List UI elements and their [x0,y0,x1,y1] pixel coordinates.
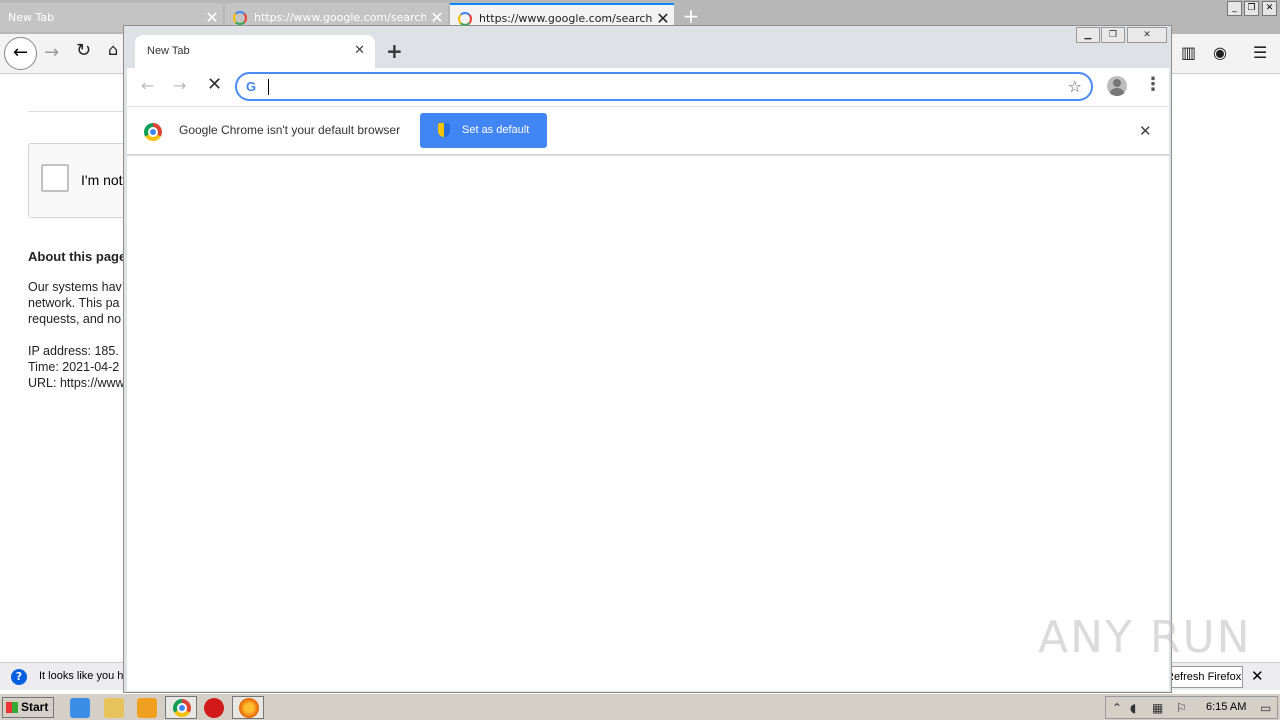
start-button[interactable]: Start [2,697,54,718]
time-line: Time: 2021-04-2 [28,360,120,374]
close-window-icon[interactable]: ✕ [1127,27,1167,43]
close-window-icon[interactable]: ✕ [1262,1,1277,16]
new-tab-icon[interactable]: + [386,39,403,63]
show-desktop-icon[interactable]: ▭ [1260,701,1271,715]
chrome-tab-new-tab[interactable]: New Tab ✕ [135,35,375,69]
back-arrow-icon[interactable]: ← [4,37,37,70]
anyrun-watermark: ANY RUN [1038,612,1252,663]
chrome-title-bar: New Tab ✕ + ▁ ❐ ✕ [124,26,1171,69]
tab-title: https://www.google.com/search?q [479,12,652,25]
url-line: URL: https://www [28,376,125,390]
restore-icon[interactable]: ❐ [1244,1,1259,16]
set-as-default-button[interactable]: Set as default [420,113,547,148]
taskbar-chrome-button[interactable] [165,696,197,719]
notification-message: It looks like you h [39,670,124,682]
taskbar-firefox-button[interactable] [232,696,264,719]
google-favicon-icon [233,10,247,25]
restore-icon[interactable]: ❐ [1101,27,1125,43]
account-icon[interactable]: ◉ [1213,43,1227,62]
ip-address-line: IP address: 185. [28,344,119,358]
taskbar: Start ⌃ ◖ ▦ ⚐ 6:15 AM ▭ [0,693,1280,720]
tab-title: https://www.google.com/search? [254,11,426,24]
tab-title: New Tab [8,11,55,24]
chrome-logo-icon [144,123,162,141]
google-g-icon: G [246,79,257,94]
minimize-icon[interactable]: ▁ [1076,27,1100,43]
about-text-line: network. This pa [28,296,120,310]
chrome-window: New Tab ✕ + ▁ ❐ ✕ ← → ✕ G ☆ ⋮ Google Chr… [123,25,1172,693]
default-browser-infobar: Google Chrome isn't your default browser… [127,106,1169,155]
about-text-line: requests, and no [28,312,122,326]
infobar-message: Google Chrome isn't your default browser [179,123,401,137]
home-icon[interactable]: ⌂ [108,40,118,59]
internet-explorer-icon[interactable] [70,698,90,718]
refresh-firefox-button[interactable]: Refresh Firefox... [1165,666,1243,688]
about-text-line: Our systems hav [28,280,122,294]
reload-icon[interactable]: ↻ [76,40,91,61]
chrome-logo-icon [173,699,191,717]
help-icon: ? [11,669,27,685]
close-infobar-icon[interactable]: ✕ [1139,122,1152,140]
action-center-flag-icon[interactable]: ⚐ [1176,701,1187,715]
file-explorer-icon[interactable] [104,698,124,718]
chrome-toolbar: ← → ✕ G ☆ ⋮ [127,68,1169,106]
sidebar-icon[interactable]: ▥ [1181,43,1196,62]
set-as-default-label: Set as default [462,124,530,136]
google-favicon-icon [458,11,472,26]
chrome-menu-icon[interactable]: ⋮ [1144,74,1162,95]
stop-loading-icon[interactable]: ✕ [207,74,222,95]
firefox-icon [239,698,259,718]
volume-icon[interactable]: ◖ [1130,701,1136,715]
clock[interactable]: 6:15 AM [1206,701,1246,713]
start-label: Start [21,700,49,714]
minimize-icon[interactable]: _ [1227,1,1242,16]
recaptcha-checkbox[interactable] [41,164,69,192]
omnibox[interactable]: G ☆ [235,72,1093,101]
system-tray: ⌃ ◖ ▦ ⚐ 6:15 AM ▭ [1105,696,1278,719]
show-hidden-icons-icon[interactable]: ⌃ [1112,701,1122,715]
windows-flag-icon [6,702,18,713]
close-notification-icon[interactable]: ✕ [1251,667,1264,685]
omnibox-input[interactable] [271,77,1051,97]
recaptcha-label: I'm not [81,172,123,188]
profile-avatar-icon[interactable] [1107,76,1127,96]
network-icon[interactable]: ▦ [1152,701,1163,715]
text-caret [268,79,269,95]
forward-arrow-icon[interactable]: → [173,76,186,95]
forward-arrow-icon[interactable]: → [44,42,59,63]
opera-icon[interactable] [204,698,224,718]
close-tab-icon[interactable]: ✕ [354,43,365,58]
hamburger-menu-icon[interactable]: ☰ [1253,43,1267,62]
back-arrow-icon[interactable]: ← [141,76,154,95]
about-heading: About this page [28,249,127,264]
chrome-page-content [127,156,1169,691]
bookmark-star-icon[interactable]: ☆ [1068,77,1082,96]
uac-shield-icon [438,123,450,137]
divider [28,111,128,112]
media-player-icon[interactable] [137,698,157,718]
tab-title: New Tab [147,45,190,57]
